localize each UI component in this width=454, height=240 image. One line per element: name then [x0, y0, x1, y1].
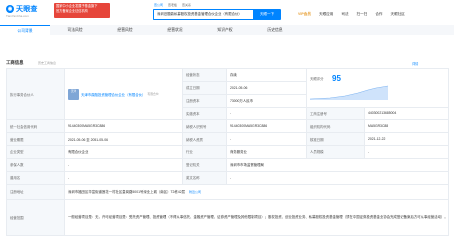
approve-value: 2021-12-22 [364, 132, 449, 147]
top-nav: VIP会员 天眼应用 司法 扫一扫 合作 天眼社区 [298, 12, 405, 17]
address-cell: 深圳市福田区华富街道莲花一村社区皇岗路5001号深业上城（南区）T2栋42层 附… [64, 183, 449, 200]
approve-label: 核准日期 [306, 132, 365, 147]
insured-label: 参保人数 [6, 157, 65, 172]
insured-value: - [64, 157, 183, 172]
industry-value: 商务服务业 [226, 145, 307, 159]
search-tab-relation[interactable]: 查关系 [182, 3, 191, 7]
credit-code-value: 91440300MA5GR3C886 [64, 119, 183, 134]
tab-operating-risk[interactable]: 经营风险 [100, 25, 150, 35]
search-input[interactable]: 深圳旧题鼎私募股权投资基金管理合伙企业（有限合伙） [153, 9, 253, 20]
former-value: - [64, 170, 183, 185]
score-trend-chart [310, 85, 388, 100]
nav-vip[interactable]: VIP会员 [298, 12, 311, 17]
search-button[interactable]: 天眼一下 [253, 9, 281, 20]
logo-eye-icon: ◉ [6, 5, 14, 13]
score-label: 天眼评分 [310, 76, 324, 81]
taxpayer-label: 纳税人识别号 [182, 119, 227, 134]
nav-judicial[interactable]: 司法 [341, 12, 348, 17]
score-value: 95 [332, 73, 341, 83]
status-label: 经营状态 [182, 68, 227, 82]
industry-label: 行业 [182, 145, 227, 159]
search-type-tabs: 查公司 查老板 查关系 [154, 3, 191, 7]
nav-cooperate[interactable]: 合作 [375, 12, 382, 17]
paidin-label: 实缴资本 [182, 106, 227, 121]
reg-no-label: 工商注册号 [306, 106, 365, 121]
search-tab-boss[interactable]: 查老板 [168, 3, 177, 7]
reg-no-value: 440300213685004 [364, 106, 449, 121]
authority-value: 深圳市市场监督管理局 [226, 157, 449, 172]
est-date-label: 成立日期 [182, 80, 227, 95]
logo-text: 天眼查 [16, 6, 38, 13]
type-label: 企业类型 [6, 145, 65, 159]
nav-scan[interactable]: 扫一扫 [357, 12, 368, 17]
taxpayer-value: 91440300MA5GR3C886 [226, 119, 307, 134]
promo-banner[interactable]: 国家中小企业发展子基金旗下 官方备案企业征信机构 [54, 3, 110, 18]
term-value: 2021-05-06 至 2051-05-06 [64, 132, 183, 147]
tab-background[interactable]: 公司背景 [0, 25, 50, 35]
org-code-value: MA5GR3C88 [364, 119, 449, 134]
company-tab-bar: 公司背景 司法风险 经营风险 经营状况 知识产权 历史信息 [0, 25, 454, 35]
rep-cell: 天津 天津市鼎融投资管理合伙企业（有限合伙） 有限合伙 [64, 67, 183, 121]
address-label: 注册地址 [6, 183, 65, 200]
authority-label: 登记机关 [182, 157, 227, 172]
staff-label: 人员规模 [306, 145, 365, 159]
nav-apps[interactable]: 天眼应用 [319, 12, 333, 17]
qual-label: 纳税人资质 [182, 132, 227, 147]
search-tab-company[interactable]: 查公司 [154, 3, 163, 7]
capital-label: 注册资本 [182, 93, 227, 108]
nav-community[interactable]: 天眼社区 [391, 12, 405, 17]
promo-line-2: 官方备案企业征信机构 [56, 8, 88, 13]
tab-ip[interactable]: 知识产权 [200, 25, 250, 35]
section-detail-link[interactable]: 详情 [412, 61, 418, 66]
nearby-company-link[interactable]: 附近公司 [189, 190, 201, 194]
org-code-label: 组织机构代码 [306, 119, 365, 134]
status-value: 存续 [226, 68, 307, 82]
english-label: 英文名称 [182, 170, 227, 185]
scope-value: 一般经营项目是：无，许可经营项目是：受托资产管理、投资管理（不得从事信托、金融资… [64, 198, 449, 237]
section-title: 工商信息 [6, 60, 24, 65]
term-label: 营业期限 [6, 132, 65, 147]
rep-label: 执行事务合伙人 [6, 67, 65, 121]
former-label: 曾用名 [6, 170, 65, 185]
tab-operating-status[interactable]: 经营状况 [150, 25, 200, 35]
score-cell[interactable]: 天眼评分 95 [306, 68, 449, 108]
paidin-value: - [226, 106, 307, 121]
type-value: 有限合伙企业 [64, 145, 183, 159]
credit-code-label: 统一社会信用代码 [6, 119, 65, 134]
address-value: 深圳市福田区华富街道莲花一村社区皇岗路5001号深业上城（南区）T2栋42层 [68, 190, 185, 195]
capital-value: 73000万人民币 [226, 93, 307, 108]
tab-judicial-risk[interactable]: 司法风险 [50, 25, 100, 35]
business-info-table: 执行事务合伙人 天津 天津市鼎融投资管理合伙企业（有限合伙） 有限合伙 经营状态… [6, 67, 449, 237]
logo[interactable]: ◉ 天眼查 [6, 4, 38, 14]
est-date-value: 2021-05-06 [226, 80, 307, 95]
rep-avatar[interactable]: 天津 [68, 88, 79, 100]
qual-value: - [226, 132, 307, 147]
english-value: - [226, 170, 449, 185]
staff-value: - [364, 145, 449, 159]
rep-tag: 有限合伙 [147, 92, 159, 97]
top-header: ◉ 天眼查 TianYanCha.com 国家中小企业发展子基金旗下 官方备案企… [0, 0, 454, 22]
rep-name-link[interactable]: 天津市鼎融投资管理合伙企业（有限合伙） [81, 92, 145, 97]
tab-history[interactable]: 历史信息 [250, 25, 300, 35]
section-history-link[interactable]: 历史工商信息 [38, 61, 56, 65]
logo-subtitle: TianYanCha.com [6, 14, 29, 18]
scope-label: 经营范围 [6, 198, 65, 237]
